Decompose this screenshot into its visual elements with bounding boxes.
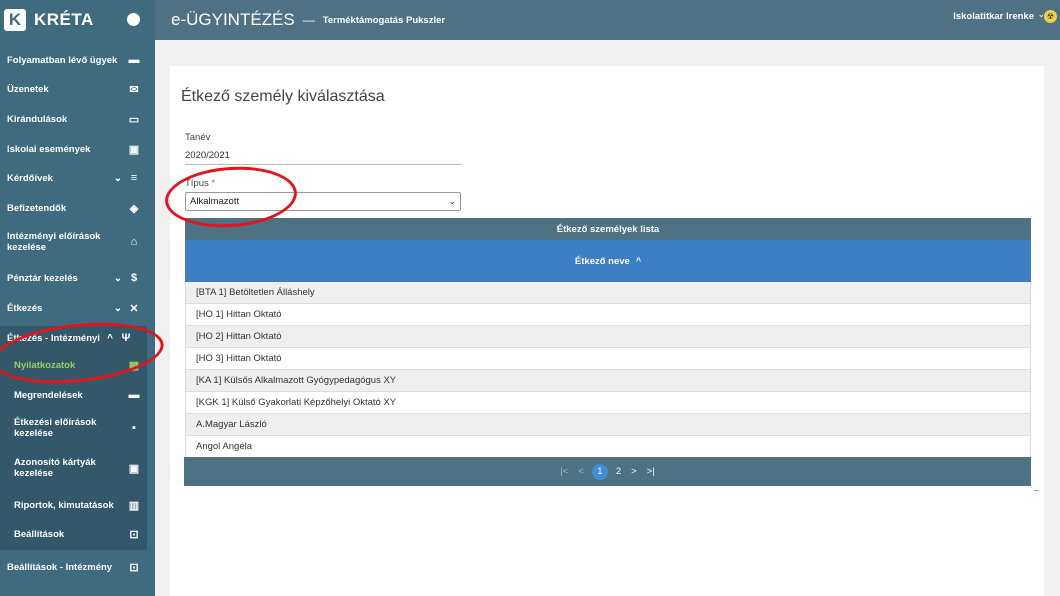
sidebar-item-label: Intézményi előírások kezelése — [7, 231, 101, 253]
scale-icon: ◈ — [129, 202, 139, 215]
sidebar-item-label: Iskolai események — [7, 143, 91, 155]
sidebar-subitem-megrendelesek[interactable]: Megrendelések ▬ — [0, 385, 147, 405]
sidebar-item-penztar[interactable]: Pénztár kezelés ⌄ $ — [0, 268, 155, 288]
app-title: e-ÜGYINTÉZÉS — [171, 10, 295, 29]
tanev-value: 2020/2021 — [185, 150, 230, 161]
list-icon: ≡ — [130, 172, 138, 184]
logo[interactable]: K KRÉTA — [0, 0, 155, 40]
column-header-label: Étkező neve — [574, 255, 630, 267]
sidebar-subitem-beallitasok[interactable]: Beállítások ⊡ — [0, 524, 147, 544]
settings-box-icon: ⊡ — [129, 561, 139, 574]
grid-rows: [BTA 1] Betöltetlen Álláshely [HO 1] Hit… — [185, 282, 1031, 458]
sidebar-item-beallitasok-intezmeny[interactable]: Beállítások - Intézmény ⊡ — [0, 557, 155, 577]
table-row[interactable]: [HO 2] Hittan Oktató — [185, 326, 1031, 348]
pager: |< < 1 2 > >| — [184, 457, 1031, 486]
table-row[interactable]: Angol Angéla — [185, 436, 1031, 458]
sidebar-item-intezmenyi-eloirasok[interactable]: Intézményi előírások kezelése ⌂ — [0, 228, 155, 256]
bed-icon: ▭ — [128, 113, 140, 126]
table-row[interactable]: [BTA 1] Betöltetlen Álláshely — [185, 282, 1031, 304]
sidebar-item-uzenetek[interactable]: Üzenetek ✉ — [0, 79, 155, 99]
dollar-icon: $ — [130, 272, 138, 284]
envelope-icon: ✉ — [129, 83, 139, 96]
sidebar-item-label: Étkezési előírások kezelése — [14, 417, 97, 439]
bank-icon: ⌂ — [130, 236, 138, 248]
logo-text: KRÉTA — [34, 10, 94, 29]
app-subtitle: Terméktámogatás Pukszler — [322, 14, 446, 26]
divider: _ — [1034, 481, 1040, 491]
sidebar-item-label: Folyamatban lévő ügyek — [7, 54, 118, 66]
sidebar-item-label: Pénztár kezelés — [7, 272, 78, 284]
grid-title-bar: Étkező személyek lista — [185, 218, 1031, 240]
tanev-underline — [185, 164, 461, 165]
chevron-down-icon: ⌄ — [113, 302, 123, 314]
page-2-button[interactable]: 2 — [616, 466, 621, 477]
sidebar-item-label: Befizetendők — [7, 202, 67, 214]
tanev-label: Tanév — [185, 132, 211, 143]
sidebar-item-etkezes[interactable]: Étkezés ⌄ ✕ — [0, 298, 155, 318]
folder-rule-icon: ▪ — [132, 422, 136, 434]
sidebar-item-label: Étkezés — [7, 302, 43, 314]
chevron-down-icon: ⌄ — [448, 196, 456, 206]
user-avatar-icon[interactable]: ☢ — [1044, 10, 1057, 23]
sidebar-item-label: Azonosító kártyák kezelése — [14, 457, 96, 479]
sidebar-subitem-azonosito-kartyak[interactable]: Azonosító kártyák kezelése ▣ — [0, 454, 147, 482]
folder-icon: ▬ — [128, 54, 140, 66]
sidebar-item-label: Kirándulások — [7, 113, 68, 125]
sidebar-subitem-etkezesi-eloirasok[interactable]: Étkezési előírások kezelése ▪ — [0, 414, 147, 442]
title-separator: — — [302, 13, 315, 27]
next-page-icon[interactable]: > — [631, 466, 637, 477]
sort-ascending-icon: ^ — [635, 256, 642, 266]
chevron-down-icon: ⌄ — [113, 272, 123, 284]
sidebar-item-folyamatban[interactable]: Folyamatban lévő ügyek ▬ — [0, 50, 155, 70]
column-header-etkezo-neve[interactable]: Étkező neve ^ — [185, 240, 1031, 282]
cutlery-icon: ✕ — [129, 302, 139, 315]
bar-chart-icon: ▥ — [128, 499, 140, 512]
user-menu[interactable]: Iskolatitkar Irenke — [953, 11, 1034, 22]
sidebar-item-label: Riportok, kimutatások — [14, 499, 114, 511]
sidebar-item-label: Kérdőívek — [7, 172, 53, 184]
sidebar: K KRÉTA Folyamatban lévő ügyek ▬ Üzenete… — [0, 0, 155, 596]
table-row[interactable]: [HO 1] Hittan Oktató — [185, 304, 1031, 326]
settings-box-icon: ⊡ — [129, 528, 139, 541]
table-row[interactable]: [KA 1] Külsős Alkalmazott Gyógypedagógus… — [185, 370, 1031, 392]
chevron-down-icon: ⌄ — [113, 172, 123, 184]
sidebar-toggle-icon[interactable] — [127, 13, 140, 26]
sidebar-item-kirandulasok[interactable]: Kirándulások ▭ — [0, 109, 155, 129]
sidebar-item-label: Beállítások - Intézmény — [7, 561, 113, 573]
content-card: Étkező személy kiválasztása Tanév 2020/2… — [170, 66, 1044, 596]
prev-page-icon[interactable]: < — [578, 466, 584, 477]
sidebar-item-label: Beállítások — [14, 528, 65, 540]
page-title: Étkező személy kiválasztása — [181, 88, 385, 105]
calendar-icon: ▣ — [128, 143, 140, 156]
last-page-icon[interactable]: >| — [647, 466, 655, 477]
table-row[interactable]: [KGK 1] Külső Gyakorlati Képzőhelyi Okta… — [185, 392, 1031, 414]
sidebar-item-label: Megrendelések — [14, 389, 83, 401]
id-card-icon: ▣ — [128, 462, 140, 475]
table-row[interactable]: [HO 3] Hittan Oktató — [185, 348, 1031, 370]
sidebar-item-iskolai-esemenyek[interactable]: Iskolai események ▣ — [0, 139, 155, 159]
folder-icon: ▬ — [128, 389, 140, 401]
first-page-icon[interactable]: |< — [560, 466, 568, 477]
kreta-logo-icon: K — [4, 9, 26, 31]
sidebar-subitem-riportok[interactable]: Riportok, kimutatások ▥ — [0, 495, 147, 515]
page-1-button[interactable]: 1 — [591, 463, 608, 480]
sidebar-item-befizetendok[interactable]: Befizetendők ◈ — [0, 198, 155, 218]
topbar: e-ÜGYINTÉZÉS — Terméktámogatás Pukszler … — [155, 0, 1060, 40]
table-row[interactable]: A.Magyar László — [185, 414, 1031, 436]
sidebar-item-kerdoivek[interactable]: Kérdőívek ⌄ ≡ — [0, 168, 155, 188]
sidebar-item-label: Üzenetek — [7, 83, 49, 95]
